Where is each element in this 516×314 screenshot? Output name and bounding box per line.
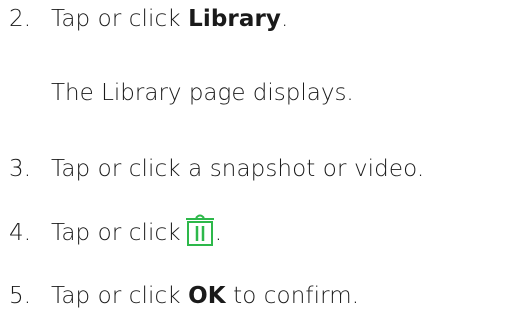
- step-4: 4. Tap or click .: [0, 212, 222, 248]
- step-text: Tap or click: [51, 283, 189, 309]
- step-2: 2. Tap or click Library.: [0, 4, 288, 34]
- step-text: Tap or click: [51, 6, 189, 32]
- step-punctuation: .: [214, 220, 223, 246]
- step-text: Tap or click: [51, 220, 181, 246]
- step-punctuation: .: [281, 6, 289, 32]
- step-text-end: to confirm.: [225, 283, 360, 309]
- step-3: 3. Tap or click a snapshot or video.: [0, 154, 424, 184]
- step-5: 5. Tap or click OK to confirm.: [0, 281, 359, 311]
- step-text: Tap or click a snapshot or video.: [51, 156, 425, 182]
- step-number: 2.: [9, 6, 32, 32]
- trash-icon: [185, 212, 215, 246]
- library-label: Library: [188, 6, 281, 32]
- step-number: 5.: [9, 283, 32, 309]
- step-2-result: The Library page displays.: [51, 80, 354, 106]
- ok-label: OK: [188, 283, 226, 309]
- step-number: 4.: [9, 220, 32, 246]
- step-number: 3.: [9, 156, 32, 182]
